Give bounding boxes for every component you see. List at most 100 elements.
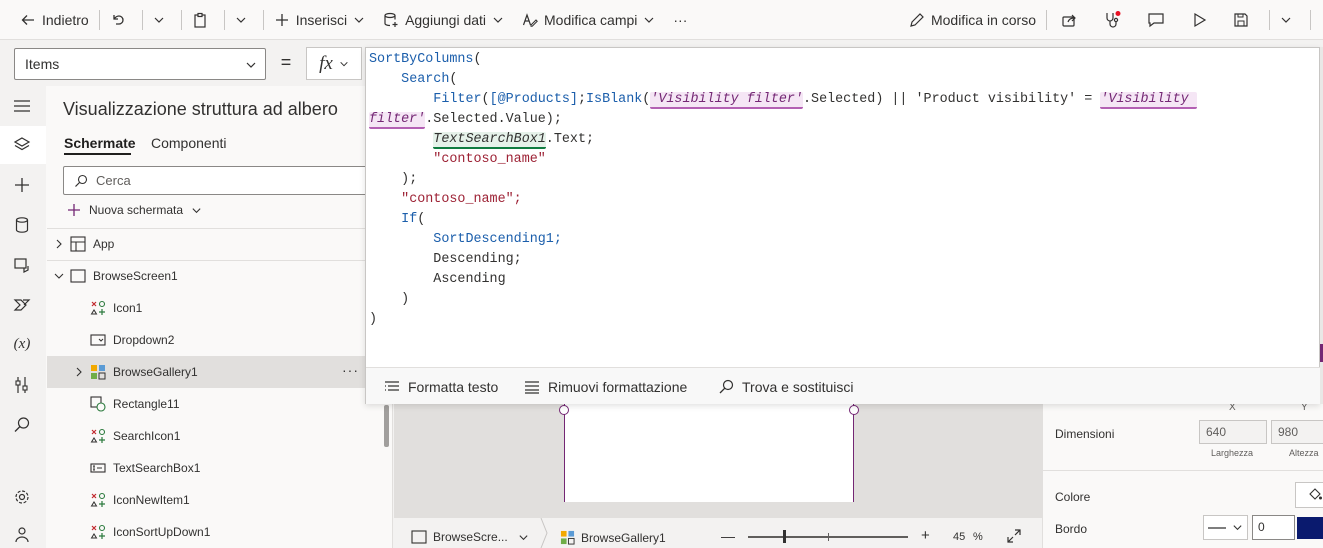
settings-gear-icon[interactable] [11, 486, 33, 508]
chevron-down-icon [519, 534, 528, 540]
back-button[interactable]: Indietro [14, 0, 95, 40]
zoom-in-button[interactable]: + [921, 527, 930, 544]
code-control-ref: TextSearchBox1 [433, 132, 546, 149]
tree-node-textsearchbox1[interactable]: TextSearchBox1 [47, 452, 365, 484]
tree-node-dropdown2[interactable]: Dropdown2 [47, 324, 365, 356]
tab-components[interactable]: Componenti [151, 135, 227, 151]
comments-button[interactable] [1137, 0, 1181, 40]
preview-button[interactable] [1181, 0, 1223, 40]
edit-mode-button[interactable]: Modifica in corso [903, 0, 1042, 40]
undo-menu-button[interactable] [147, 0, 177, 40]
code-token: .Selected) || [803, 92, 916, 107]
width-input[interactable]: 640 [1199, 420, 1267, 444]
border-style-dropdown[interactable] [1203, 515, 1248, 540]
code-string: "contoso_name"; [401, 192, 522, 207]
save-icon [1234, 12, 1248, 27]
insert-label: Inserisci [295, 11, 348, 28]
tree-node-iconnewitem1[interactable]: IconNewItem1 [47, 484, 365, 516]
code-token: ) [369, 312, 378, 327]
app-checker-button[interactable] [1093, 0, 1137, 40]
more-options-icon[interactable]: ··· [342, 362, 359, 378]
fx-button[interactable]: fx [306, 47, 362, 80]
height-label: Altezza [1289, 448, 1319, 458]
media-icon[interactable] [11, 254, 33, 276]
remove-formatting-button[interactable]: Rimuovi formattazione [524, 379, 687, 395]
share-button[interactable] [1051, 0, 1093, 40]
canvas-screen-preview[interactable] [559, 404, 859, 502]
code-control-ref: filter' [369, 112, 426, 129]
tree-node-searchicon1[interactable]: SearchIcon1 [47, 420, 365, 452]
virtual-agent-icon[interactable] [11, 524, 33, 546]
paste-menu-button[interactable] [229, 0, 259, 40]
layers-icon[interactable] [11, 134, 33, 156]
tree-node-browsescreen1[interactable]: BrowseScreen1 [47, 260, 365, 292]
edit-fields-button[interactable]: Modifica campi [516, 0, 667, 40]
tree-node-iconsortupdown1[interactable]: IconSortUpDown1 [47, 516, 365, 548]
tree-search-input[interactable]: Cerca [63, 166, 373, 195]
separator [141, 9, 143, 30]
resize-handle[interactable] [849, 405, 859, 415]
property-name: Items [25, 56, 60, 72]
insert-plus-icon[interactable] [11, 174, 33, 196]
tree-node-icon1[interactable]: Icon1 [47, 292, 365, 324]
tree-node-app[interactable]: App [47, 228, 365, 260]
variables-icon[interactable]: (x) [11, 333, 33, 355]
chevron-down-icon [154, 17, 164, 23]
format-text-button[interactable]: Formatta testo [384, 379, 498, 395]
tree-node-label: Rectangle11 [113, 397, 180, 411]
code-token: ); [401, 172, 418, 187]
chevron-down-icon [246, 62, 256, 68]
breadcrumb-gallery[interactable]: BrowseGallery1 [560, 530, 666, 545]
more-commands-button[interactable]: ··· [667, 0, 693, 40]
breadcrumb-separator-icon [540, 518, 548, 548]
paste-button[interactable] [186, 0, 220, 40]
power-automate-icon[interactable] [11, 294, 33, 316]
separator [180, 9, 182, 30]
insert-button[interactable]: Inserisci [268, 0, 377, 40]
border-color-swatch[interactable] [1297, 517, 1323, 539]
tree-node-browsegallery1[interactable]: BrowseGallery1 ··· [47, 356, 365, 388]
chevron-down-icon [644, 17, 654, 23]
code-token: Descending; [433, 252, 522, 267]
hamburger-icon[interactable] [11, 95, 33, 117]
separator [223, 9, 225, 30]
add-data-button[interactable]: Aggiungi dati [377, 0, 516, 40]
separator [262, 9, 264, 30]
code-token: Search [401, 72, 450, 87]
tab-screens[interactable]: Schermate [64, 135, 136, 151]
breadcrumb-screen[interactable]: BrowseScre... [411, 530, 535, 544]
new-screen-button[interactable]: Nuova schermata [67, 203, 210, 217]
breadcrumb-gallery-label: BrowseGallery1 [581, 530, 666, 545]
border-width-input[interactable]: 0 [1252, 515, 1295, 540]
clipboard-icon [194, 12, 206, 28]
code-token: SortByColumns [369, 52, 474, 67]
save-menu-button[interactable] [1274, 0, 1306, 40]
undo-button[interactable] [104, 0, 138, 40]
fill-color-button[interactable] [1295, 482, 1323, 508]
edit-mode-label: Modifica in corso [930, 11, 1036, 28]
zoom-slider-thumb[interactable] [783, 530, 786, 543]
find-replace-button[interactable]: Trova e sostituisci [718, 379, 854, 395]
save-button[interactable] [1223, 0, 1265, 40]
paint-bucket-icon [1309, 488, 1322, 500]
tab-active-underline [64, 153, 131, 155]
expand-icon[interactable] [1006, 528, 1022, 544]
tree-scrollbar-thumb[interactable] [384, 405, 389, 447]
code-control-ref: 'Visibility filter' [650, 92, 803, 109]
tree-node-label: Dropdown2 [113, 333, 175, 347]
code-token: .Selected.Value); [425, 112, 562, 127]
search-icon [75, 174, 88, 187]
zoom-out-button[interactable]: — [721, 528, 735, 544]
formula-code[interactable]: SortByColumns( Search( Filter([@Products… [369, 50, 1197, 330]
search-rail-icon[interactable] [11, 414, 33, 436]
property-dropdown[interactable]: Items [14, 48, 266, 80]
search-icon [719, 379, 734, 394]
height-input[interactable]: 980 [1271, 420, 1323, 444]
tree-node-label: BrowseScreen1 [93, 269, 178, 283]
pencil-icon [910, 12, 924, 27]
resize-handle[interactable] [559, 405, 569, 415]
advanced-tools-icon[interactable] [11, 374, 33, 396]
tree-node-rectangle11[interactable]: Rectangle11 [47, 388, 365, 420]
database-icon[interactable] [11, 214, 33, 236]
shape-control-icon [90, 396, 106, 412]
